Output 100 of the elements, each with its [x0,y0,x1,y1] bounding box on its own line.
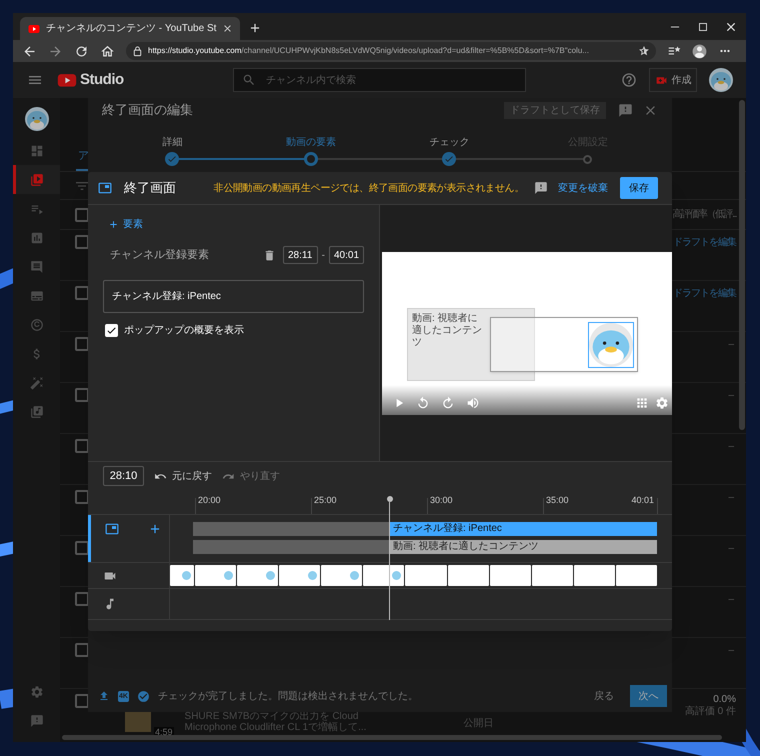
video-frame [574,565,615,586]
current-time-field[interactable]: 28:10 [103,466,144,486]
profile-icon[interactable] [692,44,707,58]
avatar-icon[interactable] [24,107,48,131]
search-icon [242,73,256,87]
step-label[interactable]: 詳細 [162,136,182,150]
element-clip[interactable]: チャンネル登録: iPentec [389,522,657,536]
end-time-field[interactable]: 40:01 [329,246,364,264]
save-button[interactable]: 保存 [620,177,658,199]
tick-label: 25:00 [314,495,337,506]
tick-label: 20:00 [198,495,221,506]
nav-item[interactable] [13,165,60,194]
video-library-icon[interactable] [30,172,44,186]
logo-text: Studio [80,70,124,90]
volume-icon[interactable] [466,396,480,410]
step-done-icon[interactable] [165,152,180,166]
tab-title[interactable]: チャンネルのコンテンツ - YouTube St [46,21,216,36]
video-element[interactable]: 動画: 視聴者に適したコンテンツ [407,308,535,381]
message-field[interactable]: チャンネル登録: iPentec [103,280,364,313]
video-frame [405,565,447,586]
settings-icon[interactable] [30,684,44,698]
back-icon[interactable] [22,44,37,58]
like-rate: 0.0% [713,694,736,706]
add-element-button[interactable]: 要素 [108,217,143,231]
end-screen-icon [105,522,119,536]
music-library-icon[interactable] [30,404,44,418]
browser-tab[interactable]: チャンネルのコンテンツ - YouTube St [20,17,240,40]
step-done-icon[interactable] [442,152,456,166]
forward-icon[interactable] [48,44,63,58]
favicon-icon [28,22,40,34]
element-name: チャンネル登録要素 [110,248,209,263]
close-icon[interactable] [222,23,234,34]
step-pending-icon[interactable] [583,155,592,164]
dialog-title: 終了画面の編集 [102,101,193,120]
video-frame [321,565,362,586]
home-icon[interactable] [100,44,115,58]
video-frame [237,565,278,586]
back-button[interactable]: 戻る [590,688,618,704]
channel-avatar-icon[interactable] [588,322,634,368]
table-cell-text: – [728,491,735,505]
video-frame [490,565,531,586]
status-text: チェックが完了しました。問題は検出されませんでした。 [158,690,418,704]
undo-button[interactable]: 元に戻す [154,468,212,484]
tick-label: 40:01 [631,495,654,506]
feedback-icon[interactable] [534,181,548,195]
video-frame [363,565,404,586]
add-icon[interactable] [148,522,162,536]
create-button[interactable]: 作成 [649,68,697,92]
end-screen-icon [98,181,112,195]
table-cell-text: – [728,338,735,352]
table-cell-text: – [728,644,735,658]
table-cell-text: – [728,389,735,403]
forward-icon[interactable] [441,396,455,410]
grid-icon[interactable] [635,396,649,410]
video-frame [616,565,658,586]
dashboard-icon[interactable] [30,144,44,158]
rewind-icon[interactable] [416,396,430,410]
playhead[interactable] [386,496,393,620]
table-cell-text: – [728,593,735,607]
favorite-star-icon[interactable] [638,45,650,57]
scrollbar[interactable] [62,735,722,740]
photo-placeholder [125,712,151,732]
address-field[interactable]: https://studio.youtube.com/channel/UCUHPWvjKbN8s5eLVdWQ5nig/videos/upload?d=ud&filter=%5B%5D&sort=%7B"colu... [126,42,656,60]
checkbox-label: ポップアップの概要を表示 [124,324,244,338]
like-count: 高評価 0 件 [684,706,736,718]
step-current-icon[interactable] [304,152,318,166]
video-frame [279,565,320,586]
magic-wand-icon[interactable] [30,376,44,390]
discard-changes-button[interactable]: 変更を破棄 [558,180,608,196]
dialog-title: 終了画面 [124,179,176,198]
search-field[interactable]: チャンネル内で検索 [233,68,526,92]
new-tab-icon[interactable] [248,21,262,35]
step-label[interactable]: チェック [429,136,470,150]
feedback-icon[interactable] [618,102,633,118]
copyright-icon[interactable] [30,318,44,332]
reload-icon[interactable] [74,44,89,58]
lock-icon [132,46,143,56]
search-input[interactable]: チャンネル内で検索 [266,72,517,88]
step-label[interactable]: 動画の要素 [286,136,336,150]
comment-icon[interactable] [30,260,44,274]
help-icon[interactable] [621,72,637,88]
column-header: 高評価率（低評... [672,208,736,222]
video-frame [532,565,573,586]
range-separator: - [322,248,325,262]
warning-text: 非公開動画の動画再生ページでは、終了画面の要素が表示されません。 [214,182,524,196]
tick-label: 30:00 [430,495,453,506]
start-time-field[interactable]: 28:11 [282,246,318,264]
table-cell-text: – [728,542,735,556]
table-cell-text: – [728,440,735,454]
settings-icon[interactable] [655,396,669,410]
scrollbar[interactable] [739,100,745,430]
bar-chart-icon[interactable] [30,230,44,244]
subtitles-icon[interactable] [30,288,44,302]
checkbox[interactable] [75,541,89,555]
avatar-icon[interactable] [709,68,733,92]
delete-icon[interactable] [262,248,276,262]
video-frame [448,565,489,586]
tick-label: 35:00 [546,495,569,506]
plus-icon[interactable] [108,218,119,230]
element-clip[interactable]: 動画: 視聴者に適したコンテンツ [389,540,657,554]
